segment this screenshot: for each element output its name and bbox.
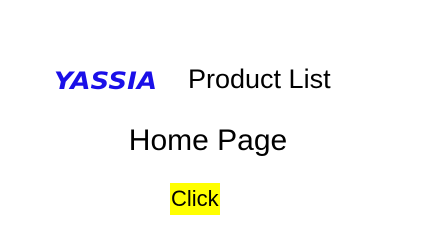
logo-link[interactable]: YASSIA [54,62,158,98]
brand-logo: YASSIA [54,68,157,92]
page-title: Home Page [128,124,288,157]
nav-link-product-list[interactable]: Product List [188,62,331,96]
page: YASSIA Product List Home Page Click [0,0,424,252]
brand-logo-text: YASSIA [54,68,157,92]
click-button[interactable]: Click [170,183,220,215]
